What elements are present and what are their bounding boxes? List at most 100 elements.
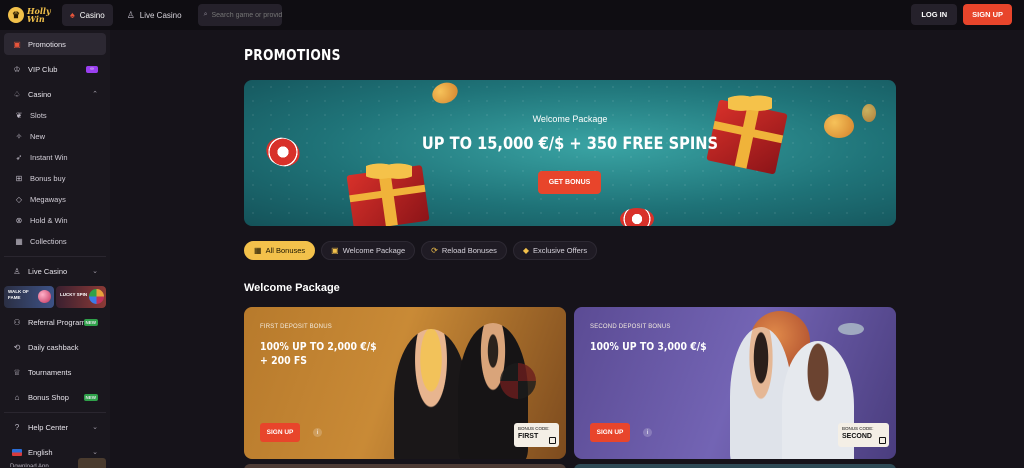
coins-icon: ⊗ (15, 216, 23, 225)
sidebar-item-megaways[interactable]: ◇ Megaways (4, 189, 106, 210)
sidebar-item-label: Hold & Win (30, 216, 68, 225)
next-card-strip (574, 464, 896, 468)
dealer-icon: ♙ (13, 266, 21, 276)
search-icon: ⌕ (203, 11, 208, 18)
next-card-strip (244, 464, 566, 468)
bonus-code-box[interactable]: BONUS CODE: FIRST (514, 423, 559, 447)
logo-text: Holly Win (27, 7, 51, 23)
filter-label: All Bonuses (265, 246, 306, 255)
info-icon[interactable]: i (313, 428, 322, 437)
sidebar-item-instant-win[interactable]: ➶ Instant Win (4, 147, 106, 168)
cart-icon: ⊞ (15, 174, 23, 183)
sidebar-item-slots[interactable]: ❦ Slots (4, 105, 106, 126)
sidebar-item-casino[interactable]: ♤ Casino ⌃ (4, 83, 106, 105)
filter-reload-bonuses[interactable]: ⟳ Reload Bonuses (421, 241, 507, 260)
shop-icon: ⌂ (14, 392, 20, 402)
diamond-icon: ◇ (15, 195, 23, 204)
sidebar-item-label: Bonus buy (30, 174, 66, 183)
logo[interactable]: ♛ Holly Win (0, 0, 56, 30)
crown-icon: ♔ (13, 64, 21, 74)
bonus-code-label: BONUS CODE: (842, 426, 874, 431)
sidebar-item-label: VIP Club (28, 64, 58, 74)
filter-label: Reload Bonuses (441, 246, 497, 255)
divider (4, 256, 106, 257)
page-title: PROMOTIONS (244, 46, 341, 64)
get-bonus-button[interactable]: GET BONUS (538, 171, 601, 194)
info-icon[interactable]: i (643, 428, 652, 437)
sidebar-item-live-casino[interactable]: ♙ Live Casino ⌄ (4, 260, 106, 282)
sidebar-item-label: Live Casino (28, 266, 68, 276)
card-label: FIRST DEPOSIT BONUS (260, 324, 332, 330)
sidebar-item-tournaments[interactable]: ♕ Tournaments (4, 361, 106, 383)
ball-icon (38, 290, 51, 303)
sidebar-item-bonus-buy[interactable]: ⊞ Bonus buy (4, 168, 106, 189)
sidebar-item-label: New (30, 132, 46, 141)
filter-all-bonuses[interactable]: ▦ All Bonuses (244, 241, 316, 260)
sidebar-item-label: Instant Win (30, 153, 68, 162)
sidebar-item-label: Daily cashback (28, 342, 79, 352)
filter-exclusive-offers[interactable]: ◆ Exclusive Offers (512, 241, 598, 260)
gift-bow-image (728, 90, 772, 112)
search-input[interactable] (211, 11, 282, 19)
copy-icon[interactable] (549, 437, 556, 444)
filter-welcome-package[interactable]: ▣ Welcome Package (321, 241, 416, 260)
filter-label: Exclusive Offers (533, 246, 588, 255)
search-box[interactable]: ⌕ (197, 4, 282, 26)
lucky-spin-banner[interactable]: LUCKY SPIN (56, 286, 106, 308)
sidebar-item-promotions[interactable]: ▣ Promotions (4, 33, 106, 55)
chevron-down-icon: ⌄ (92, 268, 98, 275)
copy-icon[interactable] (879, 437, 886, 444)
bonus-filters: ▦ All Bonuses ▣ Welcome Package ⟳ Reload… (244, 241, 598, 260)
rocket-icon: ➶ (15, 153, 23, 162)
logo-line2: Win (27, 14, 45, 24)
hero-title: UP TO 15,000 €/$ + 350 FREE SPINS (421, 134, 719, 154)
chevron-down-icon: ⌄ (92, 449, 98, 456)
sidebar-item-bonus-shop[interactable]: ⌂ Bonus Shop NEW (4, 386, 106, 408)
signup-button[interactable]: SIGN UP (260, 423, 300, 442)
tab-live-casino[interactable]: ♙ Live Casino (119, 4, 190, 26)
roulette-illustration (500, 363, 536, 399)
sidebar-item-new[interactable]: ✧ New (4, 126, 106, 147)
bonus-card-first: FIRST DEPOSIT BONUS 100% UP TO 2,000 €/$… (244, 307, 566, 459)
sidebar-item-vip-club[interactable]: ♔ VIP Club ∞ (4, 58, 106, 80)
users-icon: ⚇ (13, 317, 21, 327)
gift-icon: ▣ (331, 246, 339, 255)
spade-icon: ♠ (70, 10, 75, 20)
gift-bow-image (366, 158, 412, 180)
gift-icon: ▣ (13, 39, 21, 49)
sidebar-item-collections[interactable]: ▦ Collections (4, 231, 106, 252)
login-button[interactable]: LOG IN (911, 4, 958, 25)
cherry-icon: ❦ (15, 111, 23, 120)
download-app-partial[interactable]: Download App (10, 462, 49, 467)
sidebar-item-label: Collections (30, 237, 67, 246)
hero-banner: Welcome Package UP TO 15,000 €/$ + 350 F… (244, 80, 896, 226)
grid-icon: ▦ (254, 246, 262, 255)
sparkle-icon: ✧ (15, 132, 23, 141)
sidebar-item-daily-cashback[interactable]: ⟲ Daily cashback (4, 336, 106, 358)
signup-button[interactable]: SIGN UP (590, 423, 630, 442)
dealer-icon: ♙ (126, 9, 135, 20)
sidebar-item-help-center[interactable]: ? Help Center ⌄ (4, 416, 106, 438)
trophy-icon: ♕ (13, 367, 21, 377)
filter-label: Welcome Package (342, 246, 406, 255)
sidebar-item-hold-win[interactable]: ⊗ Hold & Win (4, 210, 106, 231)
sidebar: ▣ Promotions ♔ VIP Club ∞ ♤ Casino ⌃ ❦ S… (0, 30, 110, 468)
tab-live-casino-label: Live Casino (139, 10, 182, 20)
bonus-code-box[interactable]: BONUS CODE: SECOND (838, 423, 889, 447)
sidebar-item-label: Slots (30, 111, 47, 120)
sidebar-item-label: Referral Program (28, 317, 86, 327)
chevron-up-icon: ⌃ (92, 91, 98, 98)
sidebar-item-label: Bonus Shop (28, 392, 69, 402)
signup-button[interactable]: SIGN UP (963, 4, 1012, 25)
cashback-icon: ⟲ (13, 342, 21, 352)
spade-icon: ♤ (13, 89, 21, 99)
banner-label: WALK OF FAME (8, 289, 29, 300)
walk-of-fame-banner[interactable]: WALK OF FAME (4, 286, 54, 308)
ufo-illustration (838, 323, 864, 335)
top-bar: ♛ Holly Win ♠ Casino ♙ Live Casino ⌕ LOG… (0, 0, 1024, 30)
chevron-down-icon: ⌄ (92, 424, 98, 431)
diamond-icon: ◆ (522, 246, 530, 255)
section-title: Welcome Package (244, 282, 340, 294)
tab-casino[interactable]: ♠ Casino (62, 4, 113, 26)
sidebar-item-referral-program[interactable]: ⚇ Referral Program NEW (4, 311, 106, 333)
